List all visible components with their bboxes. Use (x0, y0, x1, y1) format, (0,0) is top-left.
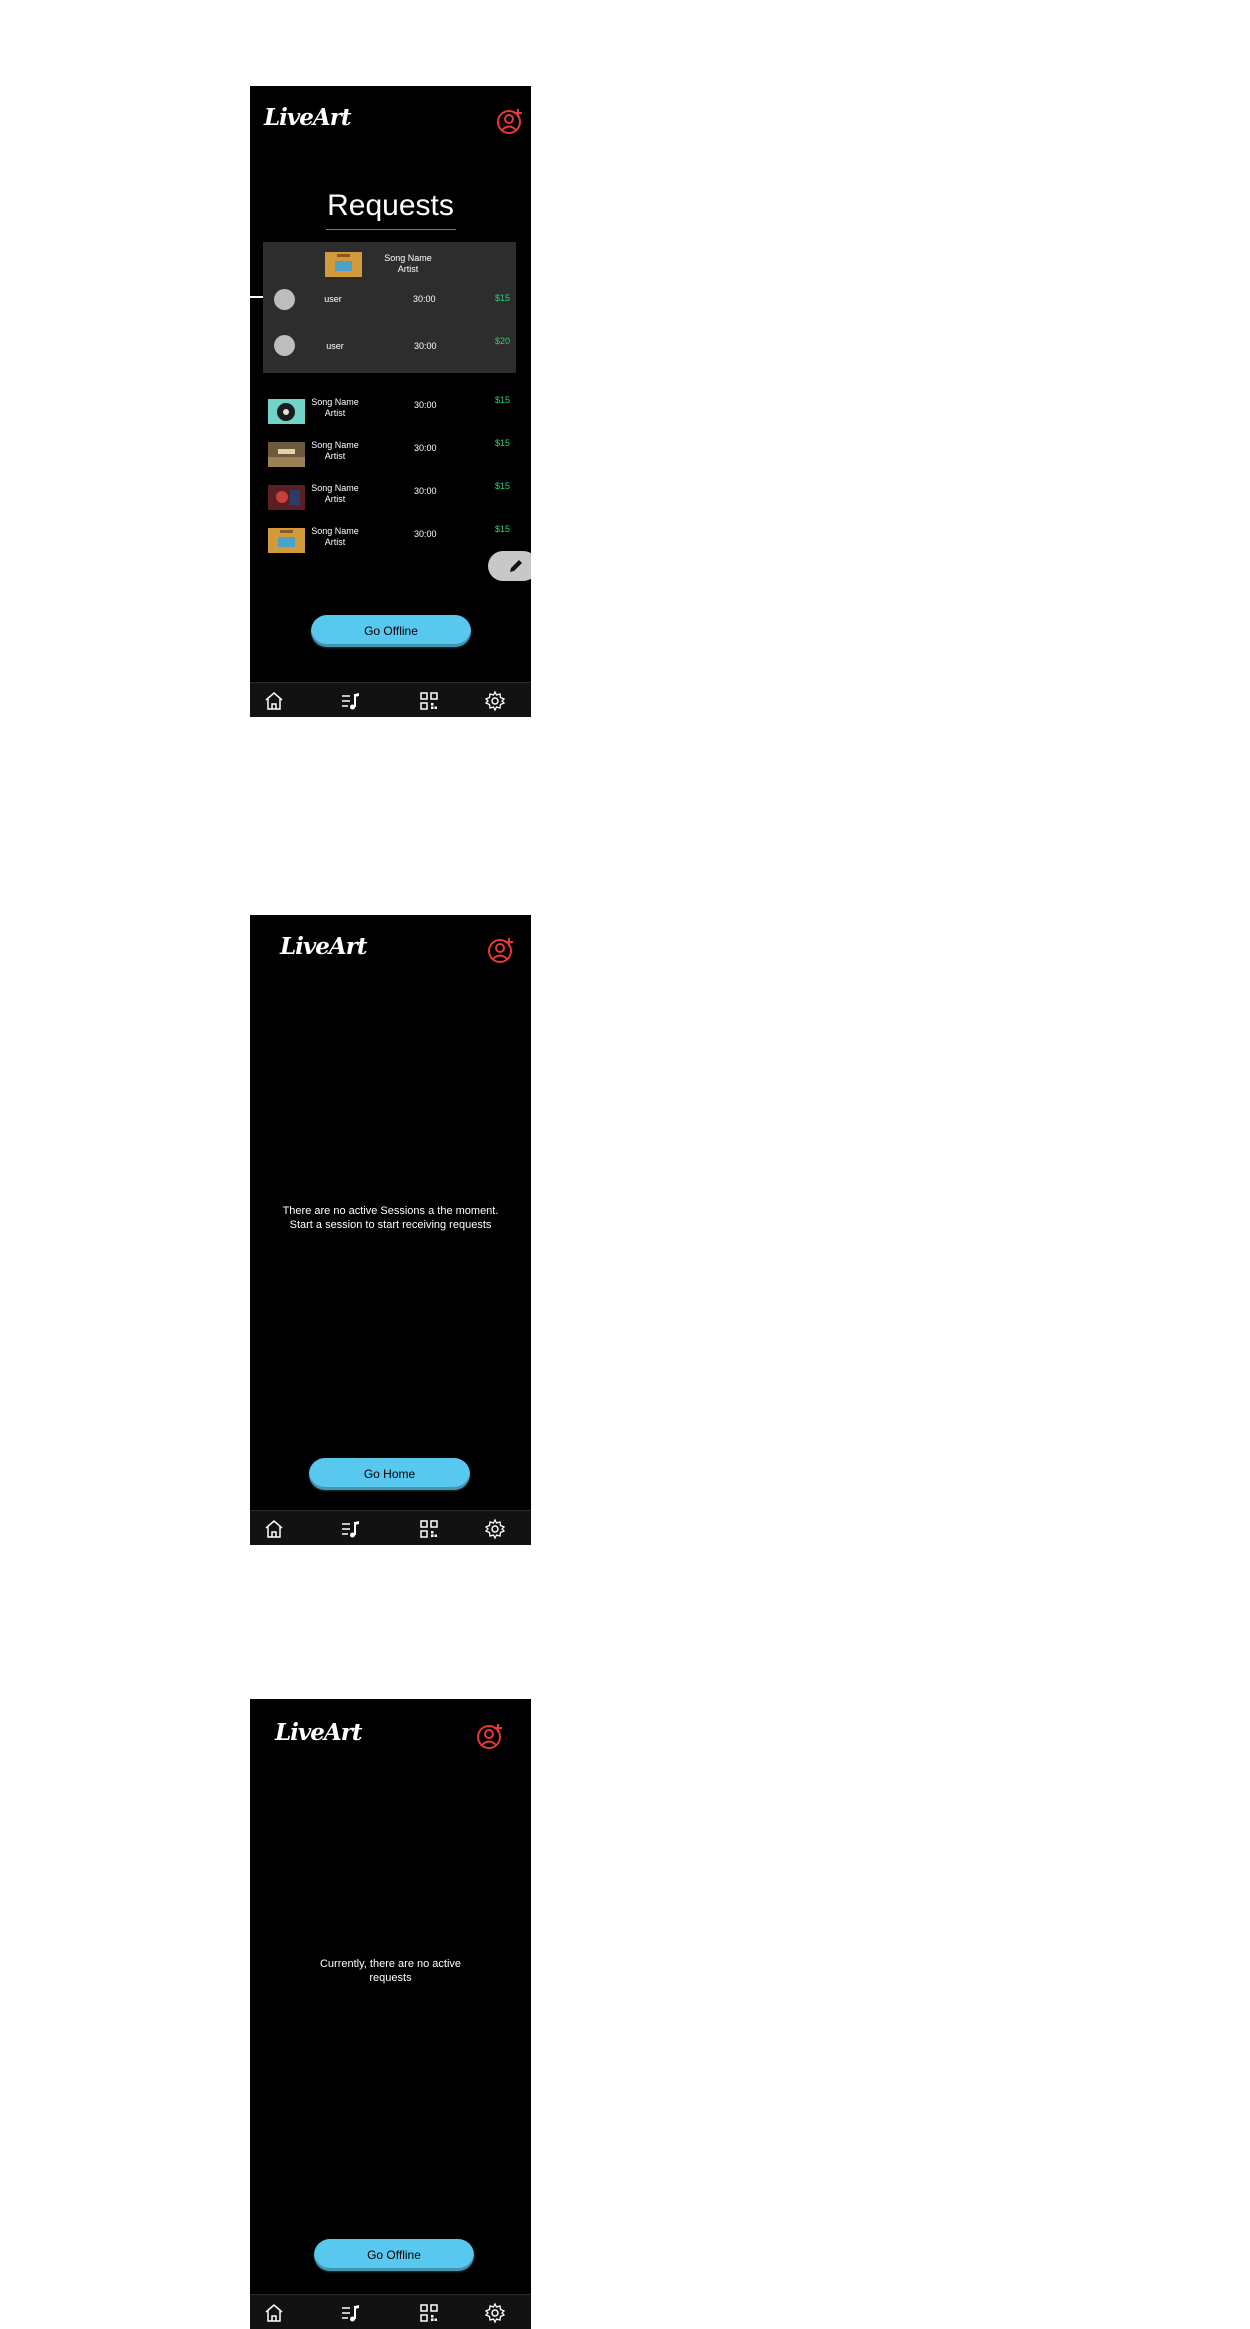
swipe-indicator (250, 296, 263, 298)
settings-icon[interactable] (484, 2302, 506, 2324)
song-name: Song Name (311, 526, 359, 536)
artist: Artist (324, 494, 346, 504)
album-art-red (268, 485, 305, 510)
requests-screen: LiveArt Requests Song Name Artist user 3… (250, 86, 531, 717)
album-art-orange (325, 252, 362, 277)
logo: LiveArt (264, 104, 351, 131)
go-offline-button[interactable]: Go Offline (311, 615, 471, 647)
song-name: Song Name (311, 483, 359, 493)
album-art-orange (268, 528, 305, 553)
bottom-nav (250, 682, 531, 717)
avatar (274, 335, 295, 356)
title-underline (326, 229, 456, 230)
time: 30:00 (414, 400, 437, 410)
add-profile-icon[interactable] (496, 107, 524, 135)
bid-time: 30:00 (413, 294, 436, 304)
price: $15 (495, 524, 511, 534)
playlist-icon[interactable] (340, 2302, 362, 2324)
bid-price: $20 (495, 336, 511, 346)
playlist-icon[interactable] (340, 1518, 362, 1540)
home-icon[interactable] (263, 2302, 285, 2324)
logo: LiveArt (275, 1719, 362, 1746)
song-name: Song Name (311, 397, 359, 407)
go-home-button[interactable]: Go Home (309, 1458, 470, 1490)
message-line-2: requests (369, 1972, 412, 1984)
logo: LiveArt (280, 933, 367, 960)
album-art-desert (268, 442, 305, 467)
bid-user: user (326, 341, 344, 351)
settings-icon[interactable] (484, 1518, 506, 1540)
add-profile-icon[interactable] (487, 936, 515, 964)
go-offline-button[interactable]: Go Offline (314, 2239, 474, 2271)
bottom-nav (250, 2294, 531, 2329)
price: $15 (495, 395, 511, 405)
playlist-icon[interactable] (340, 690, 362, 712)
no-requests-screen: LiveArt Currently, there are no active r… (250, 1699, 531, 2329)
qr-code-icon[interactable] (418, 1518, 440, 1540)
price: $15 (495, 481, 511, 491)
featured-request-card[interactable]: Song Name Artist user 30:00 $15 user 30:… (263, 242, 516, 373)
avatar (274, 289, 295, 310)
empty-state-message: There are no active Sessions a the momen… (250, 1204, 531, 1232)
qr-code-icon[interactable] (418, 2302, 440, 2324)
bottom-nav (250, 1510, 531, 1545)
time: 30:00 (414, 486, 437, 496)
time: 30:00 (414, 529, 437, 539)
message-line-1: Currently, there are no active (319, 1958, 462, 1970)
bid-price: $15 (495, 293, 511, 303)
add-profile-icon[interactable] (476, 1722, 504, 1750)
home-icon[interactable] (263, 690, 285, 712)
artist: Artist (324, 451, 346, 461)
song-name: Song Name (311, 440, 359, 450)
edit-button[interactable] (488, 551, 531, 581)
artist: Artist (324, 537, 346, 547)
no-sessions-screen: LiveArt There are no active Sessions a t… (250, 915, 531, 1545)
message-line-1: There are no active Sessions a the momen… (282, 1205, 499, 1217)
qr-code-icon[interactable] (418, 690, 440, 712)
empty-state-message: Currently, there are no active requests (250, 1957, 531, 1985)
album-art-vinyl (268, 399, 305, 424)
message-line-2: Start a session to start receiving reque… (289, 1219, 492, 1231)
page-title: Requests (327, 189, 454, 222)
price: $15 (495, 438, 511, 448)
time: 30:00 (414, 443, 437, 453)
featured-artist: Artist (397, 264, 419, 274)
featured-song-name: Song Name (384, 253, 432, 263)
pencil-icon (510, 560, 522, 572)
home-icon[interactable] (263, 1518, 285, 1540)
bid-time: 30:00 (414, 341, 437, 351)
settings-icon[interactable] (484, 690, 506, 712)
bid-user: user (324, 294, 342, 304)
artist: Artist (324, 408, 346, 418)
